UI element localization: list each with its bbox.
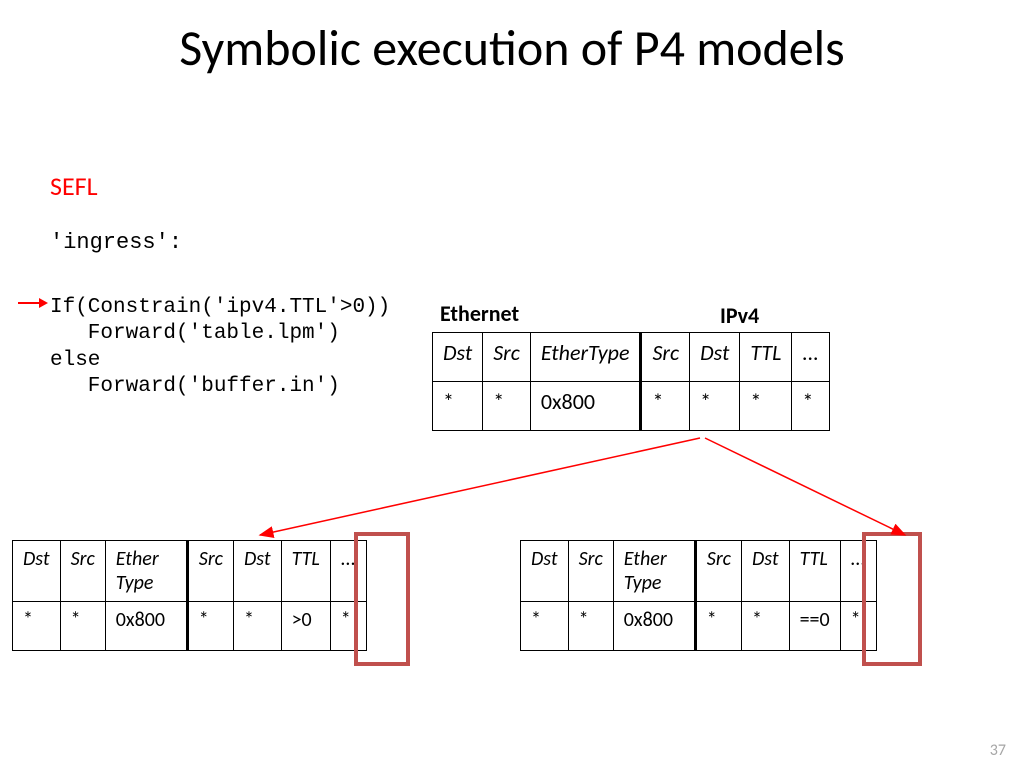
header-cell: EtherType [530, 333, 641, 382]
header-cell: Src [695, 541, 741, 602]
header-cell: Src [483, 333, 531, 382]
value-cell: 0x800 [530, 382, 641, 431]
ethernet-label: Ethernet [440, 300, 519, 327]
value-cell: * [330, 602, 366, 651]
header-cell: Src [60, 541, 105, 602]
value-cell: * [568, 602, 613, 651]
table-row: Dst Src Ether Type Src Dst TTL ... [13, 541, 367, 602]
ingress-label: 'ingress': [50, 230, 182, 255]
header-cell: ... [840, 541, 876, 602]
header-cell: ... [330, 541, 366, 602]
header-cell: Ether Type [105, 541, 187, 602]
header-cell: Src [187, 541, 233, 602]
table-row: * * 0x800 * * >0 * [13, 602, 367, 651]
header-cell: TTL [281, 541, 330, 602]
value-cell: ==0 [789, 602, 840, 651]
header-cell: Dst [690, 333, 740, 382]
value-cell: * [521, 602, 569, 651]
header-cell: Src [568, 541, 613, 602]
header-cell: TTL [789, 541, 840, 602]
value-cell: * [433, 382, 483, 431]
header-cell: Dst [742, 541, 790, 602]
value-cell: * [742, 602, 790, 651]
packet-table-bottom-left: Dst Src Ether Type Src Dst TTL ... * * 0… [12, 540, 367, 651]
value-cell: 0x800 [105, 602, 187, 651]
value-cell: * [740, 382, 792, 431]
header-cell: Dst [234, 541, 282, 602]
page-number: 37 [990, 741, 1006, 760]
ipv4-label: IPv4 [720, 302, 759, 329]
value-cell: * [483, 382, 531, 431]
value-cell: * [792, 382, 830, 431]
table-row: * * 0x800 * * ==0 * [521, 602, 877, 651]
header-cell: Ether Type [613, 541, 695, 602]
header-cell: Dst [433, 333, 483, 382]
code-block: If(Constrain('ipv4.TTL'>0)) Forward('tab… [50, 295, 390, 400]
packet-table-top: Dst Src EtherType Src Dst TTL ... * * 0x… [432, 332, 830, 431]
value-cell: * [695, 602, 741, 651]
header-cell: Dst [13, 541, 61, 602]
value-cell: * [187, 602, 233, 651]
value-cell: * [234, 602, 282, 651]
table-row: * * 0x800 * * * * [433, 382, 830, 431]
sefl-label: SEFL [50, 170, 98, 202]
arrow-to-code-icon [18, 302, 46, 304]
header-cell: Dst [521, 541, 569, 602]
value-cell: * [641, 382, 690, 431]
table-row: Dst Src EtherType Src Dst TTL ... [433, 333, 830, 382]
slide-title: Symbolic execution of P4 models [0, 18, 1024, 79]
header-cell: ... [792, 333, 830, 382]
packet-table-bottom-right: Dst Src Ether Type Src Dst TTL ... * * 0… [520, 540, 877, 651]
value-cell: * [690, 382, 740, 431]
table-row: Dst Src Ether Type Src Dst TTL ... [521, 541, 877, 602]
value-cell: * [13, 602, 61, 651]
value-cell: 0x800 [613, 602, 695, 651]
header-cell: Src [641, 333, 690, 382]
header-cell: TTL [740, 333, 792, 382]
value-cell: * [60, 602, 105, 651]
value-cell: >0 [281, 602, 330, 651]
value-cell: * [840, 602, 876, 651]
